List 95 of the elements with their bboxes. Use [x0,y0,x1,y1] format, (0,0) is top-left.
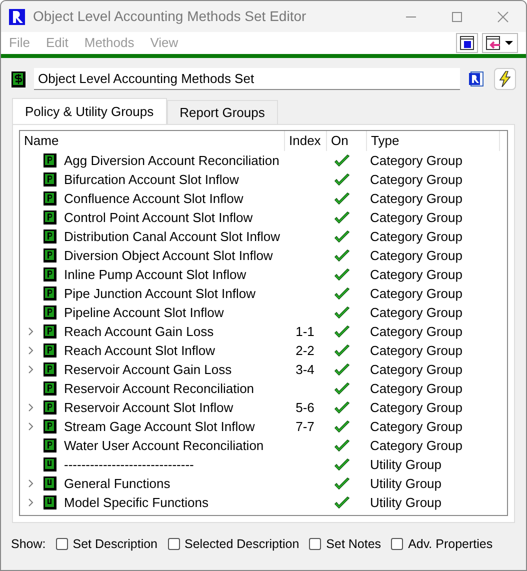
policy-group-icon [43,362,57,377]
group-name[interactable]: Reservoir Account Reconciliation [64,378,254,398]
group-name[interactable]: Bifurcation Account Slot Inflow [64,170,239,190]
policy-group-icon [43,381,57,396]
expand-chevron-icon[interactable] [28,365,34,374]
checkbox-label[interactable]: Adv. Properties [408,535,493,554]
window-title: Object Level Accounting Methods Set Editor [33,7,306,26]
lightning-icon [499,71,511,87]
group-name[interactable]: ------------------------------ [64,454,194,474]
expand-chevron-icon[interactable] [28,479,34,488]
app-logo-icon [9,8,25,24]
type-cell: Utility Group [370,476,442,491]
policy-group-icon [43,229,57,244]
type-cell: Category Group [370,248,462,263]
policy-group-icon [43,210,57,225]
type-cell: Category Group [370,266,462,282]
expand-chevron-icon[interactable] [28,327,34,336]
index-cell-text: 1-1 [296,322,314,341]
policy-group-icon [43,438,57,453]
type-cell: Category Group [370,342,462,358]
tab[interactable]: Policy & Utility Groups [12,98,167,124]
type-cell: Category Group [370,304,462,320]
policy-group-icon [43,324,57,339]
utility-group-icon [43,457,57,472]
column-header[interactable]: Index [284,131,326,151]
window-icon [459,35,475,51]
policy-group-icon [43,419,57,434]
set-icon [11,70,26,88]
caret-icon [505,40,513,46]
group-name[interactable]: Confluence Account Slot Inflow [64,188,244,208]
group-name[interactable]: Control Point Account Slot Inflow [64,208,253,228]
policy-group-icon [43,153,57,168]
type-cell: Category Group [370,210,462,225]
type-cell: Category Group [370,438,462,453]
group-name[interactable]: Reservoir Account Gain Loss [64,360,232,380]
type-cell: Category Group [370,362,462,377]
type-cell: Category Group [370,286,462,301]
type-cell: Category Group [370,380,462,396]
type-cell: Category Group [370,190,462,206]
document-icon[interactable] [468,70,486,88]
policy-group-icon [43,343,57,358]
checkbox[interactable] [56,538,68,550]
checkbox-label[interactable]: Selected Description [184,535,300,554]
group-name[interactable]: Reach Account Slot Inflow [64,340,216,360]
checkbox[interactable] [391,538,404,550]
checkbox[interactable] [168,538,180,550]
policy-group-icon [43,305,57,320]
column-header[interactable]: On [326,131,366,151]
show-label: Show: [11,536,46,553]
expand-chevron-icon[interactable] [28,346,34,355]
type-cell: Utility Group [370,494,442,510]
group-name[interactable]: Pipe Junction Account Slot Inflow [64,284,256,304]
index-cell-text: 2-2 [296,342,314,360]
utility-group-icon [43,476,57,491]
expand-chevron-icon[interactable] [28,403,34,412]
type-cell: Category Group [370,418,462,434]
type-cell: Category Group [370,172,462,187]
window-button[interactable] [456,33,478,53]
type-cell: Category Group [370,400,462,415]
group-name[interactable]: Stream Gage Account Slot Inflow [64,416,255,436]
group-name[interactable]: General Functions [64,474,170,494]
type-cell: Category Group [370,324,462,339]
type-cell: Category Group [370,152,462,168]
group-name[interactable]: Reach Account Gain Loss [64,322,214,342]
run-button[interactable] [494,68,516,90]
group-name[interactable]: Reservoir Account Slot Inflow [64,398,234,418]
index-cell-text: 7-7 [296,418,314,436]
expand-chevron-icon[interactable] [28,498,34,507]
policy-group-icon [43,400,57,415]
policy-group-icon [43,191,57,206]
index-cell-text: 3-4 [296,360,314,379]
group-name[interactable]: Inline Pump Account Slot Inflow [64,264,246,284]
group-name[interactable]: Agg Diversion Account Reconciliation [64,150,280,170]
dock-dropdown-button[interactable] [482,33,518,53]
set-name-field[interactable]: Object Level Accounting Methods Set [34,68,460,90]
tab[interactable]: Report Groups [166,100,278,124]
group-name[interactable]: Distribution Canal Account Slot Inflow [64,226,280,246]
type-cell: Category Group [370,228,462,244]
policy-group-icon [43,172,57,187]
policy-group-icon [43,248,57,263]
policy-group-icon [43,267,57,282]
checkbox-label[interactable]: Set Description [72,535,158,554]
group-name[interactable]: Model Specific Functions [64,492,209,512]
expand-chevron-icon[interactable] [28,422,34,431]
type-cell: Utility Group [370,456,442,472]
checkbox[interactable] [309,538,322,550]
column-header[interactable]: Name [20,131,284,151]
group-name[interactable]: Pipeline Account Slot Inflow [64,302,224,322]
group-name[interactable]: Diversion Object Account Slot Inflow [64,246,273,266]
index-cell-text: 5-6 [296,398,314,417]
column-header[interactable]: Type [366,131,500,151]
group-name[interactable]: Water User Account Reconciliation [64,436,264,456]
policy-group-icon [43,286,57,301]
checkbox-label[interactable]: Set Notes [326,535,382,554]
utility-group-icon [43,495,57,510]
